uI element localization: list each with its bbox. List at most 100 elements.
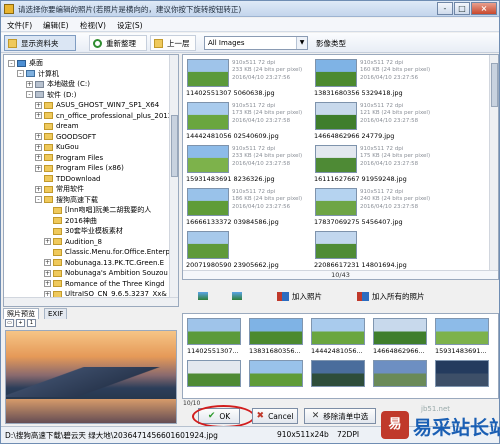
collapse-icon[interactable]: -: [26, 91, 33, 98]
image-filter-select[interactable]: All Images ▼: [204, 36, 308, 50]
grid-scroll-thumb[interactable]: [491, 63, 498, 107]
photo-thumbnail-cell[interactable]: 910x511 72 dpi 233 KB (24 bits per pixel)…: [185, 57, 310, 99]
fit-icon[interactable]: ▭: [5, 319, 14, 327]
selected-photo-thumbnail[interactable]: [249, 318, 303, 345]
tree-item[interactable]: + Romance of the Three Kingd: [44, 279, 165, 289]
selected-photo-thumbnail[interactable]: [373, 360, 427, 387]
tree-item[interactable]: TDDownload: [35, 174, 100, 184]
tab-exif[interactable]: EXIF: [44, 308, 68, 319]
photo-thumbnail[interactable]: [187, 145, 229, 173]
tree-item[interactable]: + KuGou: [35, 142, 79, 152]
selected-photo-item[interactable]: [433, 359, 491, 398]
tree-item[interactable]: + ASUS_GHOST_WIN7_SP1_X64: [35, 100, 159, 110]
photo-thumbnail-cell[interactable]: 910x511 72 dpi 233 KB (24 bits per pixel)…: [185, 143, 310, 185]
selected-photo-thumbnail[interactable]: [435, 318, 489, 345]
grid-vertical-scrollbar[interactable]: [489, 55, 498, 271]
photo-thumbnail[interactable]: [315, 59, 357, 87]
tree-item[interactable]: + Nobunaga.13.PK.TC.Green.E: [44, 258, 164, 268]
photo-thumbnail[interactable]: [187, 188, 229, 216]
expand-icon[interactable]: +: [35, 112, 42, 119]
selected-photo-item[interactable]: 14664862966...: [371, 317, 429, 357]
selected-photo-thumbnail[interactable]: [249, 360, 303, 387]
tree-item[interactable]: 30套毕业模板素材: [44, 226, 123, 236]
selected-photo-item[interactable]: 15931483691...: [433, 317, 491, 357]
tree-item[interactable]: + GOODSOFT: [35, 132, 96, 142]
collapse-icon[interactable]: -: [8, 59, 15, 67]
tree-item[interactable]: dream: [35, 121, 79, 131]
selected-photos-strip[interactable]: 11402551307... 13831680356... 14442481056.…: [182, 313, 499, 399]
expand-icon[interactable]: +: [35, 164, 42, 172]
selected-photo-thumbnail[interactable]: [187, 360, 241, 387]
collapse-icon[interactable]: -: [17, 70, 24, 77]
thumbnail-grid[interactable]: 910x511 72 dpi 233 KB (24 bits per pixel)…: [182, 54, 499, 280]
photo-thumbnail-cell[interactable]: 20071980590 23905662.jpg: [185, 229, 310, 271]
add-all-photos-button[interactable]: 加入所有的照片: [357, 290, 425, 303]
tree-vertical-scrollbar[interactable]: [169, 55, 178, 306]
selected-photo-item[interactable]: [309, 359, 367, 398]
menu-file[interactable]: 文件(F): [7, 20, 32, 31]
selected-photo-item[interactable]: 13831680356...: [247, 317, 305, 357]
add-photo-button[interactable]: 加入照片: [277, 290, 322, 303]
tree-item[interactable]: + 本地磁盘 (C:): [26, 79, 90, 89]
tree-scroll-thumb[interactable]: [171, 115, 178, 177]
tree-horizontal-scrollbar[interactable]: [4, 297, 178, 306]
show-folders-button[interactable]: 显示资料夹: [4, 35, 76, 51]
photo-thumbnail-cell[interactable]: 910x511 72 dpi 160 KB (24 bits per pixel)…: [313, 57, 438, 99]
photo-thumbnail[interactable]: [315, 188, 357, 216]
photo-thumbnail[interactable]: [315, 145, 357, 173]
photo-thumbnail-cell[interactable]: 910x511 72 dpi 240 KB (24 bits per pixel)…: [313, 186, 438, 228]
expand-icon[interactable]: +: [44, 269, 51, 277]
expand-icon[interactable]: +: [35, 101, 42, 109]
maximize-button[interactable]: □: [454, 2, 470, 15]
tree-item[interactable]: + Program Files (x86): [35, 163, 124, 173]
tree-item[interactable]: - 计算机: [17, 69, 59, 79]
selected-photo-thumbnail[interactable]: [187, 318, 241, 345]
expand-icon[interactable]: +: [44, 259, 51, 266]
tree-item[interactable]: + cn_office_professional_plus_2013: [35, 111, 172, 121]
minimize-button[interactable]: -: [437, 2, 453, 15]
selected-photo-thumbnail[interactable]: [435, 360, 489, 387]
selected-photo-thumbnail[interactable]: [311, 318, 365, 345]
expand-icon[interactable]: +: [35, 154, 42, 161]
menu-view[interactable]: 检视(V): [80, 20, 106, 31]
tree-item[interactable]: + Audition_8: [44, 237, 102, 247]
cancel-button[interactable]: ✖ Cancel: [252, 408, 298, 424]
expand-icon[interactable]: +: [26, 80, 33, 88]
tree-item[interactable]: + 常用软件: [35, 184, 84, 194]
photo-thumbnail-cell[interactable]: 910x511 72 dpi 121 KB (24 bits per pixel)…: [313, 100, 438, 142]
tree-item[interactable]: [lnn吻唱]阮美二胡我要的人: [44, 205, 151, 215]
photo-thumbnail[interactable]: [315, 231, 357, 259]
refresh-button[interactable]: 重新整理: [89, 35, 147, 51]
tree-item[interactable]: - 软件 (D:): [26, 90, 76, 100]
up-level-button[interactable]: 上一层: [150, 35, 196, 51]
tree-item[interactable]: Classic.Menu.for.Office.Enterp: [44, 247, 170, 257]
expand-icon[interactable]: +: [35, 185, 42, 193]
selected-photo-thumbnail[interactable]: [311, 360, 365, 387]
zoom-icon[interactable]: +: [16, 319, 25, 327]
photo-thumbnail[interactable]: [187, 102, 229, 130]
selected-photo-thumbnail[interactable]: [373, 318, 427, 345]
expand-icon[interactable]: +: [35, 133, 42, 140]
tab-photo-preview[interactable]: 照片预览: [3, 308, 39, 319]
photo-thumbnail-cell[interactable]: 910x511 72 dpi 186 KB (24 bits per pixel)…: [185, 186, 310, 228]
tree-item[interactable]: - 搜狗高速下载: [35, 195, 98, 205]
selected-photo-item[interactable]: [371, 359, 429, 398]
expand-icon[interactable]: +: [35, 143, 42, 151]
photo-thumbnail[interactable]: [187, 231, 229, 259]
selected-photo-item[interactable]: 11402551307...: [185, 317, 243, 357]
photo-thumbnail-cell[interactable]: 22086617231 14801694.jpg: [313, 229, 438, 271]
landscape-medium-icon[interactable]: [232, 292, 242, 300]
expand-icon[interactable]: +: [44, 238, 51, 245]
photo-thumbnail-cell[interactable]: 910x511 72 dpi 175 KB (24 bits per pixel)…: [313, 143, 438, 185]
tree-item[interactable]: + Nobunaga's Ambition Souzou: [44, 268, 168, 278]
selected-photo-item[interactable]: [185, 359, 243, 398]
landscape-small-icon[interactable]: [198, 292, 208, 300]
tree-item[interactable]: - 桌面: [8, 58, 43, 68]
photo-thumbnail[interactable]: [315, 102, 357, 130]
selected-photo-item[interactable]: 14442481056...: [309, 317, 367, 357]
photo-thumbnail[interactable]: [187, 59, 229, 87]
tree-item[interactable]: 2016神曲: [44, 216, 97, 226]
tree-item[interactable]: + Program Files: [35, 153, 103, 163]
close-button[interactable]: ×: [471, 2, 497, 15]
folder-tree[interactable]: - 桌面 - 计算机 + 本地磁盘 (C:) - 软件 (D:) + ASUS_GHOST_WIN…: [3, 54, 179, 307]
